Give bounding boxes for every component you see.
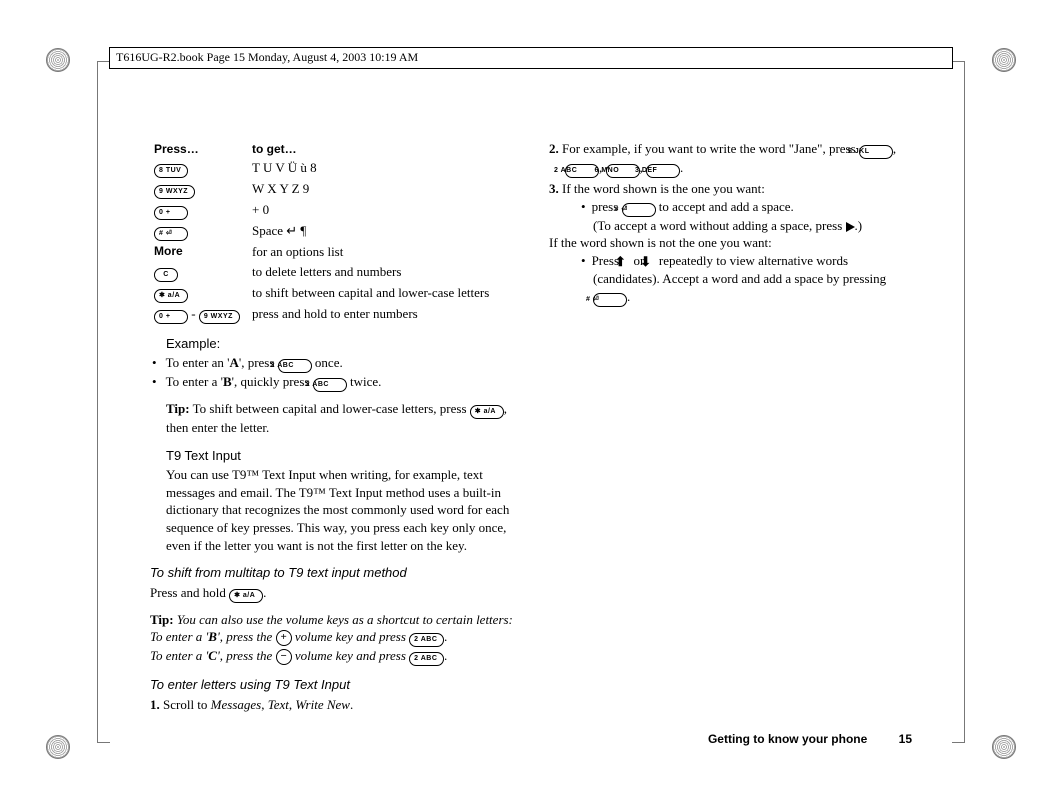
cell-value: + 0 (248, 200, 513, 221)
tip-label: Tip: (150, 612, 174, 627)
cell-value: press and hold to enter numbers (248, 304, 513, 325)
table-row: # ⏎ Space ↵ ¶ (150, 221, 513, 242)
example-heading: Example: (150, 335, 513, 353)
key-range-sep: - (191, 306, 195, 321)
key-2: 2 ABC (278, 359, 312, 373)
table-row: 0 + + 0 (150, 200, 513, 221)
binder-ring-icon (992, 735, 1016, 759)
table-row: 8 TUV T U V Ü ù 8 (150, 158, 513, 179)
tip-paragraph: Tip: You can also use the volume keys as… (150, 611, 513, 667)
tip-paragraph: Tip: To shift between capital and lower-… (150, 400, 513, 437)
cell-value: Space ↵ ¶ (248, 221, 513, 242)
footer-section: Getting to know your phone (708, 732, 867, 746)
table-row: More for an options list (150, 242, 513, 262)
cell-value: for an options list (248, 242, 513, 262)
list-item: To enter a 'B', quickly press 2 ABC twic… (150, 373, 513, 392)
cell-value: W X Y Z 9 (248, 179, 513, 200)
crop-mark (952, 61, 965, 743)
cell-value: to shift between capital and lower-case … (248, 283, 513, 304)
key-8: 8 TUV (154, 164, 188, 178)
key-9: 9 WXYZ (199, 310, 240, 324)
key-star: ✱ a/A (470, 405, 504, 419)
shift-heading: To shift from multitap to T9 text input … (150, 564, 513, 582)
key-star: ✱ a/A (229, 589, 263, 603)
key-star: ✱ a/A (154, 289, 188, 303)
key-9: 9 WXYZ (154, 185, 195, 199)
key-hash: # ⏎ (622, 203, 656, 217)
cell-value: to delete letters and numbers (248, 262, 513, 283)
right-arrow-icon (846, 222, 855, 232)
binder-ring-icon (992, 48, 1016, 72)
tip-label: Tip: (166, 401, 190, 416)
document-header-text: T616UG-R2.book Page 15 Monday, August 4,… (116, 50, 418, 64)
t9-heading: T9 Text Input (150, 447, 513, 465)
page-footer: Getting to know your phone 15 (708, 731, 912, 747)
table-row: 9 WXYZ W X Y Z 9 (150, 179, 513, 200)
key-hash: # ⏎ (593, 293, 627, 307)
list-item: To enter an 'A', press 2 ABC once. (150, 354, 513, 373)
table-row: C to delete letters and numbers (150, 262, 513, 283)
key-c: C (154, 268, 178, 282)
key-2: 2 ABC (313, 378, 347, 392)
key-hash: # ⏎ (154, 227, 188, 241)
key-3: 3 DEF (646, 164, 680, 178)
list-item: press # ⏎ to accept and add a space. (To… (579, 198, 912, 235)
example-list: To enter an 'A', press 2 ABC once. To en… (150, 354, 513, 392)
volume-up-icon: + (276, 630, 292, 646)
t9-paragraph: You can use T9™ Text Input when writing,… (150, 466, 513, 554)
binder-ring-icon (46, 48, 70, 72)
list-item: 2. For example, if you want to write the… (549, 140, 912, 178)
document-header: T616UG-R2.book Page 15 Monday, August 4,… (109, 47, 953, 69)
key-2: 2 ABC (409, 633, 444, 647)
table-row: ✱ a/A to shift between capital and lower… (150, 283, 513, 304)
crop-mark (97, 61, 110, 743)
key-more-text: More (150, 242, 248, 262)
key-5: 5 JKL (859, 145, 893, 159)
down-arrow-icon: ⬇ (648, 253, 656, 271)
shift-paragraph: Press and hold ✱ a/A. (150, 584, 513, 603)
key-0: 0 + (154, 206, 188, 220)
page-number: 15 (871, 732, 912, 746)
key-0: 0 + (154, 310, 188, 324)
key-2: 2 ABC (565, 164, 599, 178)
enter-heading: To enter letters using T9 Text Input (150, 676, 513, 694)
page-content: Press… to get… 8 TUV T U V Ü ù 8 9 WXYZ … (150, 140, 912, 727)
keypress-table: Press… to get… 8 TUV T U V Ü ù 8 9 WXYZ … (150, 140, 513, 325)
list-item: Press ⬆ or ⬇ repeatedly to view alternat… (579, 252, 912, 307)
list-item: 3. If the word shown is the one you want… (549, 180, 912, 307)
binder-ring-icon (46, 735, 70, 759)
table-row: 0 + - 9 WXYZ press and hold to enter num… (150, 304, 513, 325)
volume-down-icon: − (276, 649, 292, 665)
list-item: 1. Scroll to Messages, Text, Write New. (150, 696, 513, 714)
col-header-press: Press… (150, 140, 248, 158)
cell-value: T U V Ü ù 8 (248, 158, 513, 179)
key-2: 2 ABC (409, 652, 444, 666)
col-header-get: to get… (248, 140, 513, 158)
